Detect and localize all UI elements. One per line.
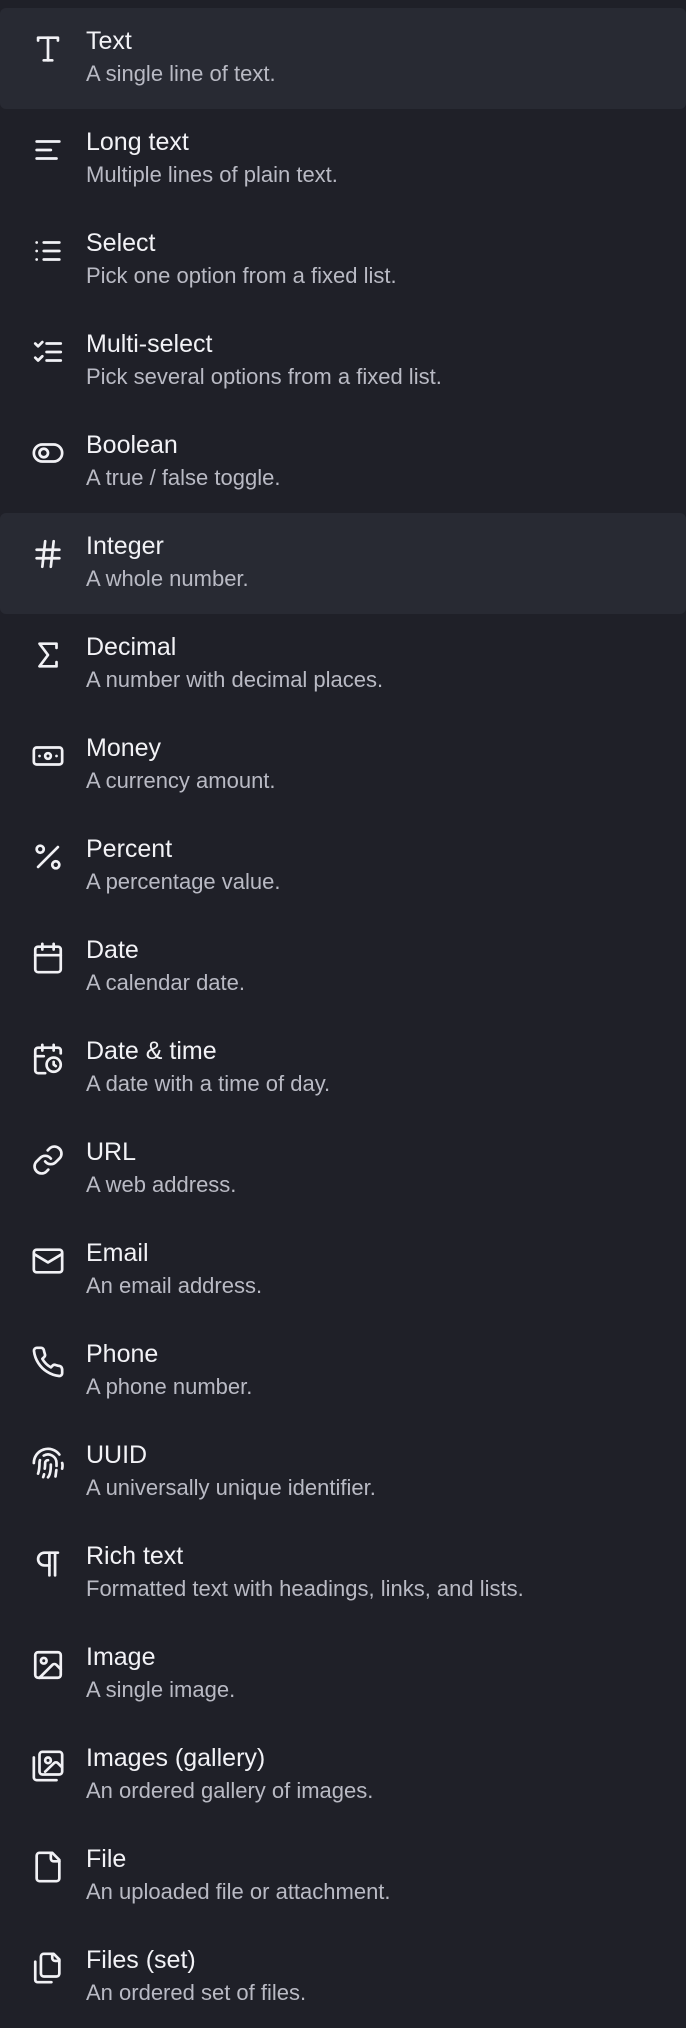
- field-type-description: An uploaded file or attachment.: [86, 1879, 391, 1904]
- field-type-description: Multiple lines of plain text.: [86, 162, 338, 187]
- field-type-label: Money: [86, 734, 162, 762]
- field-type-description: A calendar date.: [86, 970, 246, 995]
- field-type-option[interactable]: Text A single line of text.: [0, 8, 686, 109]
- field-type-description: A universally unique identifier.: [86, 1475, 376, 1500]
- field-type-label: Images (gallery): [86, 1744, 266, 1772]
- field-type-label: Multi-select: [86, 330, 213, 358]
- field-type-description: A single line of text.: [86, 61, 276, 86]
- field-type-label: Image: [86, 1643, 156, 1671]
- field-type-option[interactable]: Integer A whole number.: [0, 513, 686, 614]
- field-type-option[interactable]: UUID A universally unique identifier.: [0, 1422, 686, 1523]
- phone-icon: [29, 1343, 67, 1381]
- field-type-description: A date with a time of day.: [86, 1071, 331, 1096]
- field-type-label: File: [86, 1845, 127, 1873]
- field-type-label: Phone: [86, 1340, 159, 1368]
- field-type-label: UUID: [86, 1441, 148, 1469]
- field-type-option[interactable]: Files (set) An ordered set of files.: [0, 1927, 686, 2028]
- field-type-description: A whole number.: [86, 566, 249, 591]
- field-type-description: Pick one option from a fixed list.: [86, 263, 397, 288]
- field-type-description: Pick several options from a fixed list.: [86, 364, 442, 389]
- field-type-option[interactable]: Email An email address.: [0, 1220, 686, 1321]
- list-checks-icon: [29, 333, 67, 371]
- field-type-label: Date & time: [86, 1037, 217, 1065]
- field-type-label: Date: [86, 936, 139, 964]
- percent-icon: [29, 838, 67, 876]
- field-type-option[interactable]: Money A currency amount.: [0, 715, 686, 816]
- field-type-description: An ordered set of files.: [86, 1980, 307, 2005]
- field-type-option[interactable]: Rich text Formatted text with headings, l…: [0, 1523, 686, 1624]
- files-icon: [29, 1949, 67, 1987]
- link-icon: [29, 1141, 67, 1179]
- images-icon: [29, 1747, 67, 1785]
- field-type-option[interactable]: Phone A phone number.: [0, 1321, 686, 1422]
- field-type-label: Email: [86, 1239, 149, 1267]
- field-type-option[interactable]: Percent A percentage value.: [0, 816, 686, 917]
- toggle-icon: [29, 434, 67, 472]
- field-type-option[interactable]: Date & time A date with a time of day.: [0, 1018, 686, 1119]
- field-type-option[interactable]: Select Pick one option from a fixed list.: [0, 210, 686, 311]
- field-type-label: Integer: [86, 532, 164, 560]
- align-left-icon: [29, 131, 67, 169]
- field-type-option[interactable]: Decimal A number with decimal places.: [0, 614, 686, 715]
- field-type-label: Files (set): [86, 1946, 196, 1974]
- calendar-clock-icon: [29, 1040, 67, 1078]
- field-type-description: A single image.: [86, 1677, 236, 1702]
- field-type-option[interactable]: File An uploaded file or attachment.: [0, 1826, 686, 1927]
- field-type-label: Rich text: [86, 1542, 184, 1570]
- field-type-description: A percentage value.: [86, 869, 281, 894]
- field-type-option[interactable]: URL A web address.: [0, 1119, 686, 1220]
- field-type-description: A number with decimal places.: [86, 667, 384, 692]
- sigma-icon: [29, 636, 67, 674]
- field-type-option[interactable]: Long text Multiple lines of plain text.: [0, 109, 686, 210]
- field-type-option[interactable]: Boolean A true / false toggle.: [0, 412, 686, 513]
- field-type-label: Text: [86, 27, 132, 55]
- field-type-description: A phone number.: [86, 1374, 253, 1399]
- field-type-label: Percent: [86, 835, 173, 863]
- field-type-label: URL: [86, 1138, 137, 1166]
- field-type-option[interactable]: Date A calendar date.: [0, 917, 686, 1018]
- file-icon: [29, 1848, 67, 1886]
- field-type-option[interactable]: Images (gallery) An ordered gallery of im…: [0, 1725, 686, 1826]
- field-type-description: A true / false toggle.: [86, 465, 281, 490]
- banknote-icon: [29, 737, 67, 775]
- field-type-label: Decimal: [86, 633, 177, 661]
- calendar-icon: [29, 939, 67, 977]
- hash-icon: [29, 535, 67, 573]
- type-icon: [29, 30, 67, 68]
- field-type-description: A currency amount.: [86, 768, 276, 793]
- field-type-description: Formatted text with headings, links, and…: [86, 1576, 524, 1601]
- image-icon: [29, 1646, 67, 1684]
- field-type-label: Boolean: [86, 431, 178, 459]
- field-type-option[interactable]: Multi-select Pick several options from a …: [0, 311, 686, 412]
- mail-icon: [29, 1242, 67, 1280]
- list-icon: [29, 232, 67, 270]
- field-type-label: Long text: [86, 128, 189, 156]
- pilcrow-icon: [29, 1545, 67, 1583]
- field-type-list: Text A single line of text. Long text Multi…: [0, 8, 686, 2028]
- field-type-description: An ordered gallery of images.: [86, 1778, 374, 1803]
- field-type-description: An email address.: [86, 1273, 263, 1298]
- field-type-option[interactable]: Image A single image.: [0, 1624, 686, 1725]
- field-type-label: Select: [86, 229, 156, 257]
- field-type-description: A web address.: [86, 1172, 237, 1197]
- fingerprint-icon: [29, 1444, 67, 1482]
